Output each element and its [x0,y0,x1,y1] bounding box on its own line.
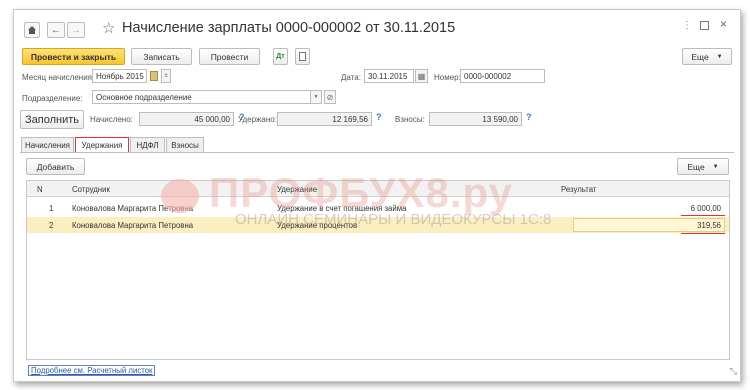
row-result: 319,56 [697,221,721,230]
column-header-result[interactable]: Результат [561,185,596,194]
tab-contributions[interactable]: Взносы [166,137,204,152]
withheld-help-icon[interactable]: ? [376,112,382,122]
add-button[interactable]: Добавить [26,158,85,175]
withheld-label: Удержано: [238,115,277,124]
fill-button[interactable]: Заполнить [20,110,84,129]
open-link-icon[interactable]: ⊘ [324,90,336,104]
column-header-n[interactable]: N [37,185,43,194]
column-header-employee[interactable]: Сотрудник [72,185,110,194]
row-number: 1 [49,204,54,213]
watermark-tagline: ОНЛАЙН СЕМИНАРЫ И ВИДЕОКУРСЫ 1С:8 [235,211,552,228]
ledger-icon: Дт [276,53,285,60]
print-button[interactable] [295,48,310,65]
department-label: Подразделение: [22,94,83,103]
number-field[interactable]: 0000-000002 [460,69,545,83]
date-field[interactable]: 30.11.2015 [364,69,414,83]
withheld-field: 12 169,56 [277,112,372,126]
chevron-down-icon: ▼ [712,163,719,170]
home-icon [28,26,36,34]
document-window: ← → ☆ Начисление зарплаты 0000-000002 от… [13,9,741,382]
post-and-close-button[interactable]: Провести и закрыть [22,48,125,65]
department-dropdown-icon[interactable]: ▼ [310,90,322,104]
save-button[interactable]: Записать [131,48,192,65]
page-title: Начисление зарплаты 0000-000002 от 30.11… [122,20,456,36]
more-menu-label: Еще [691,51,709,62]
payslip-link[interactable]: Подробнее см. Расчетный листок [28,365,156,376]
arrow-right-icon: → [71,24,81,36]
dt-kt-button[interactable]: Дт [273,48,288,65]
resize-handle-icon[interactable]: ⤡ [730,366,737,377]
close-icon[interactable]: × [720,17,727,31]
accrued-label: Начислено: [90,115,133,124]
select-month-icon[interactable] [150,71,158,81]
restore-icon[interactable] [700,21,709,30]
month-stepper[interactable]: ± [161,69,171,83]
more-menu-button[interactable]: Еще ▼ [682,48,732,65]
number-label: Номер: [434,73,461,82]
deductions-table: N Сотрудник Удержание Результат 1 Конова… [26,169,737,376]
post-button[interactable]: Провести [199,48,260,65]
favorite-star-icon[interactable]: ☆ [102,19,115,37]
month-field[interactable]: Ноябрь 2015 [92,69,147,83]
accrued-field: 45 000,00 [139,112,234,126]
table-more-button[interactable]: Еще ▼ [677,158,729,175]
date-label: Дата: [341,73,361,82]
watermark-logo [161,179,199,213]
tab-deductions[interactable]: Удержания [75,137,129,153]
document-icon [299,52,306,61]
contributions-help-icon[interactable]: ? [526,112,532,122]
calendar-icon[interactable]: ▦ [415,69,428,83]
tab-divider [20,152,734,153]
tab-accruals[interactable]: Начисления [21,137,74,152]
home-button[interactable] [24,22,40,38]
back-button[interactable]: ← [47,22,65,38]
chevron-down-icon: ▼ [716,53,723,60]
month-label: Месяц начисления: [22,73,95,82]
department-field[interactable]: Основное подразделение [92,90,321,104]
contributions-label: Взносы: [395,115,425,124]
tab-ndfl[interactable]: НДФЛ [130,137,165,152]
result-underline [681,215,725,216]
more-options-icon[interactable]: ⋮ [682,20,692,31]
watermark-brand: ПРОФБУХ8.ру [209,169,513,216]
row-result: 6 000,00 [690,204,721,213]
forward-button[interactable]: → [67,22,85,38]
table-more-label: Еще [687,161,705,172]
contributions-field: 13 590,00 [429,112,522,126]
result-underline [681,233,725,234]
row-employee: Коновалова Маргарита Петровна [72,221,194,230]
arrow-left-icon: ← [51,24,61,36]
row-number: 2 [49,221,54,230]
